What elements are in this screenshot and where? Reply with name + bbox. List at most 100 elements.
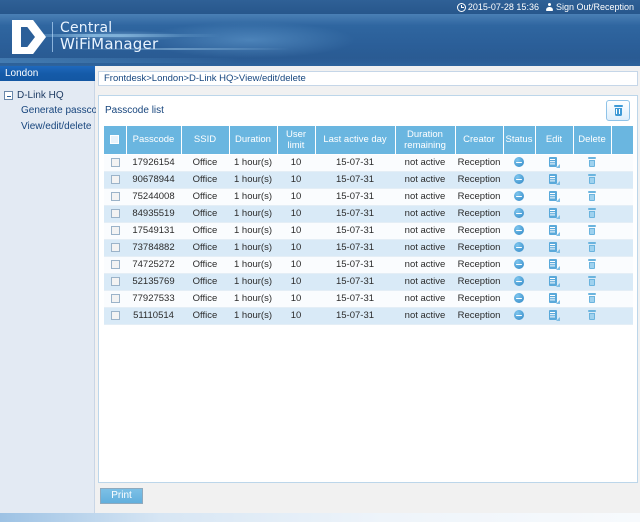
status-inactive-icon[interactable] [514,191,524,201]
edit-document-icon[interactable] [549,293,559,304]
table-row[interactable]: 17926154Office1 hour(s)1015-07-31not act… [104,154,633,171]
edit-document-icon[interactable] [549,276,559,287]
cell-delete[interactable] [573,222,611,239]
edit-document-icon[interactable] [549,225,559,236]
edit-document-icon[interactable] [549,174,559,185]
cell-status[interactable] [503,154,535,171]
cell-select[interactable] [104,205,126,222]
cell-status[interactable] [503,222,535,239]
cell-status[interactable] [503,256,535,273]
th-select-all[interactable] [104,126,126,154]
cell-select[interactable] [104,273,126,290]
cell-status[interactable] [503,273,535,290]
checkbox-icon[interactable] [111,294,120,303]
cell-edit[interactable] [535,256,573,273]
table-row[interactable]: 75244008Office1 hour(s)1015-07-31not act… [104,188,633,205]
cell-delete[interactable] [573,205,611,222]
cell-delete[interactable] [573,239,611,256]
edit-document-icon[interactable] [549,310,559,321]
checkbox-icon[interactable] [111,243,120,252]
cell-edit[interactable] [535,154,573,171]
th-user-limit[interactable]: User limit [277,126,315,154]
table-row[interactable]: 90678944Office1 hour(s)1015-07-31not act… [104,171,633,188]
cell-status[interactable] [503,188,535,205]
status-inactive-icon[interactable] [514,208,524,218]
th-edit[interactable]: Edit [535,126,573,154]
cell-select[interactable] [104,290,126,307]
th-last-active-day[interactable]: Last active day [315,126,395,154]
trash-icon[interactable] [588,191,596,201]
table-row[interactable]: 73784882Office1 hour(s)1015-07-31not act… [104,239,633,256]
collapse-minus-icon[interactable] [4,91,13,100]
status-inactive-icon[interactable] [514,242,524,252]
sidebar-item-dlink-hq[interactable]: D-Link HQ [4,88,94,103]
cell-status[interactable] [503,205,535,222]
th-status[interactable]: Status [503,126,535,154]
cell-edit[interactable] [535,188,573,205]
th-ssid[interactable]: SSID [181,126,229,154]
cell-edit[interactable] [535,307,573,324]
cell-select[interactable] [104,188,126,205]
edit-document-icon[interactable] [549,208,559,219]
cell-edit[interactable] [535,222,573,239]
trash-icon[interactable] [588,276,596,286]
th-creator[interactable]: Creator [455,126,503,154]
sidebar-item-generate-passcode[interactable]: Generate passcode [4,103,94,119]
checkbox-icon[interactable] [111,311,120,320]
delete-selected-button[interactable] [606,100,630,121]
trash-icon[interactable] [588,225,596,235]
checkbox-icon[interactable] [110,135,119,144]
checkbox-icon[interactable] [111,192,120,201]
edit-document-icon[interactable] [549,191,559,202]
checkbox-icon[interactable] [111,175,120,184]
cell-edit[interactable] [535,205,573,222]
cell-select[interactable] [104,239,126,256]
edit-document-icon[interactable] [549,157,559,168]
cell-delete[interactable] [573,273,611,290]
sign-out-link[interactable]: Sign Out/Reception [545,3,634,12]
status-inactive-icon[interactable] [514,293,524,303]
cell-status[interactable] [503,290,535,307]
trash-icon[interactable] [588,259,596,269]
checkbox-icon[interactable] [111,158,120,167]
table-row[interactable]: 17549131Office1 hour(s)1015-07-31not act… [104,222,633,239]
th-duration-remaining[interactable]: Duration remaining [395,126,455,154]
checkbox-icon[interactable] [111,260,120,269]
cell-delete[interactable] [573,188,611,205]
cell-select[interactable] [104,154,126,171]
trash-icon[interactable] [588,293,596,303]
table-row[interactable]: 52135769Office1 hour(s)1015-07-31not act… [104,273,633,290]
edit-document-icon[interactable] [549,259,559,270]
cell-delete[interactable] [573,307,611,324]
checkbox-icon[interactable] [111,226,120,235]
cell-edit[interactable] [535,239,573,256]
cell-select[interactable] [104,307,126,324]
cell-status[interactable] [503,239,535,256]
status-inactive-icon[interactable] [514,259,524,269]
status-inactive-icon[interactable] [514,157,524,167]
status-inactive-icon[interactable] [514,310,524,320]
print-button[interactable]: Print [100,488,143,504]
cell-delete[interactable] [573,154,611,171]
status-inactive-icon[interactable] [514,225,524,235]
trash-icon[interactable] [588,174,596,184]
table-row[interactable]: 74725272Office1 hour(s)1015-07-31not act… [104,256,633,273]
cell-delete[interactable] [573,256,611,273]
status-inactive-icon[interactable] [514,174,524,184]
trash-icon[interactable] [588,157,596,167]
sidebar-item-view-edit-delete[interactable]: View/edit/delete [4,119,94,135]
th-delete[interactable]: Delete [573,126,611,154]
cell-edit[interactable] [535,290,573,307]
table-row[interactable]: 51110514Office1 hour(s)1015-07-31not act… [104,307,633,324]
cell-delete[interactable] [573,171,611,188]
cell-status[interactable] [503,171,535,188]
cell-select[interactable] [104,222,126,239]
cell-select[interactable] [104,256,126,273]
cell-status[interactable] [503,307,535,324]
table-row[interactable]: 77927533Office1 hour(s)1015-07-31not act… [104,290,633,307]
trash-icon[interactable] [588,208,596,218]
trash-icon[interactable] [588,310,596,320]
status-inactive-icon[interactable] [514,276,524,286]
checkbox-icon[interactable] [111,209,120,218]
th-duration[interactable]: Duration [229,126,277,154]
